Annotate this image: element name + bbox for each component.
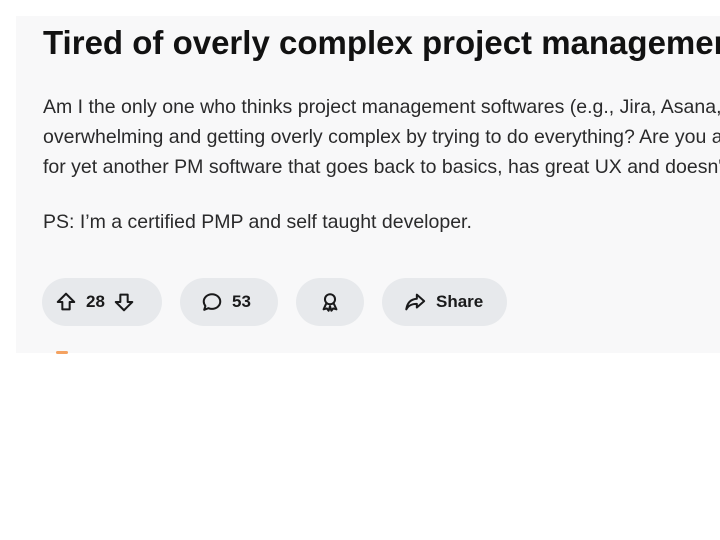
post-body-line: overwhelming and getting overly complex … xyxy=(43,126,720,148)
upvote-count: 28 xyxy=(86,292,105,311)
post-ps-line: PS: I’m a certified PMP and self taught … xyxy=(43,211,472,233)
arrow-up-icon[interactable] xyxy=(55,291,77,313)
post-body: Am I the only one who thinks project man… xyxy=(43,92,720,182)
award-button[interactable] xyxy=(296,278,364,326)
post-title[interactable]: Tired of overly complex project manageme… xyxy=(43,24,720,62)
award-icon xyxy=(319,291,341,313)
comments-button[interactable]: 53 xyxy=(180,278,278,326)
post-body-line: for yet another PM software that goes ba… xyxy=(43,156,720,178)
speech-bubble-icon xyxy=(201,291,223,313)
vote-control: 28 xyxy=(42,278,162,326)
decorative-mark xyxy=(56,351,68,354)
post-body-line: Am I the only one who thinks project man… xyxy=(43,96,720,118)
post-card: Tired of overly complex project manageme… xyxy=(16,16,720,353)
arrow-down-icon[interactable] xyxy=(113,291,135,313)
share-button[interactable]: Share xyxy=(382,278,507,326)
share-label: Share xyxy=(436,292,484,311)
comment-count: 53 xyxy=(232,292,251,311)
share-arrow-icon xyxy=(404,291,426,313)
